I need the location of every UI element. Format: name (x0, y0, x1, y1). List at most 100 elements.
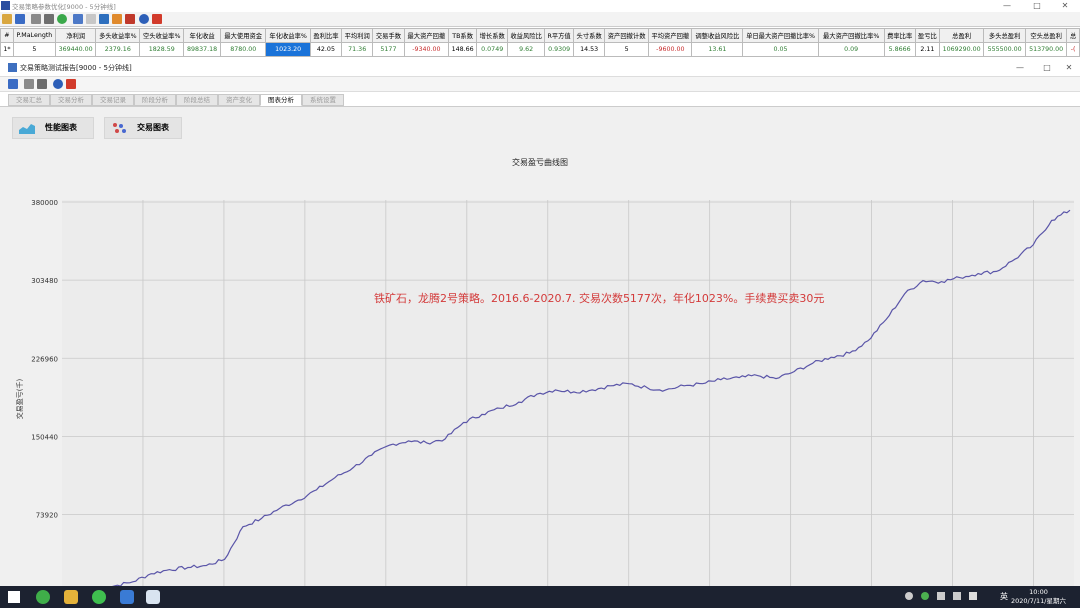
column-header[interactable]: 多头总盈利 (983, 28, 1026, 43)
table-cell[interactable]: 369440.00 (54, 42, 97, 57)
table-cell[interactable]: 71.36 (341, 42, 374, 57)
tray-icon[interactable] (905, 592, 913, 600)
maximize-icon[interactable]: □ (1022, 0, 1052, 12)
exit-icon[interactable] (152, 14, 162, 24)
tab-trade-analysis[interactable]: 交易分析 (50, 94, 92, 106)
table-cell[interactable]: 0.09 (817, 42, 885, 57)
table-cell[interactable]: 1828.59 (139, 42, 185, 57)
minimize-icon[interactable]: — (992, 0, 1022, 12)
stats-icon[interactable] (125, 14, 135, 24)
table-cell[interactable]: 8780.00 (219, 42, 267, 57)
open-icon[interactable] (2, 14, 12, 24)
column-header[interactable]: 调整收益风险比 (691, 28, 744, 43)
table-cell[interactable]: 1* (0, 42, 14, 57)
column-header[interactable]: 多头收益率% (95, 28, 141, 43)
column-header[interactable]: 平均资产回撤 (648, 28, 693, 43)
column-header[interactable]: 盈亏比 (914, 28, 940, 43)
column-header[interactable]: 交易手数 (372, 28, 405, 43)
save-icon[interactable] (8, 79, 18, 89)
column-header[interactable]: 费率比率 (883, 28, 916, 43)
print-icon[interactable] (37, 79, 47, 89)
table-cell[interactable]: 89837.18 (183, 42, 221, 57)
app-blue-icon[interactable] (120, 590, 134, 604)
volume-icon[interactable] (969, 592, 977, 600)
ime-indicator[interactable]: 英 (1000, 591, 1008, 602)
column-header[interactable]: 净利润 (54, 28, 97, 43)
tray-icon[interactable] (921, 592, 929, 600)
wechat-icon[interactable] (92, 590, 106, 604)
table-cell[interactable]: 42.05 (309, 42, 343, 57)
refresh-icon[interactable] (57, 14, 67, 24)
column-chart-icon[interactable] (112, 14, 122, 24)
close-icon[interactable]: ✕ (1050, 0, 1080, 12)
column-header[interactable]: TB系数 (448, 28, 478, 43)
bar-chart-icon[interactable] (99, 14, 109, 24)
table-cell[interactable]: -9340.00 (403, 42, 450, 57)
windows-start-icon[interactable] (8, 591, 20, 603)
table-cell[interactable]: 513790.00 (1024, 42, 1068, 57)
save-icon[interactable] (15, 14, 25, 24)
column-header[interactable]: 资产回撤计数 (604, 28, 650, 43)
table-cell[interactable]: 5.8666 (883, 42, 916, 57)
tab-chart-analysis[interactable]: 图表分析 (260, 94, 302, 106)
minimize-icon[interactable]: — (1005, 62, 1035, 74)
column-header[interactable]: 最大资产回撤比率% (817, 28, 885, 43)
trading-app-icon[interactable] (146, 590, 160, 604)
table-cell[interactable]: 2379.16 (95, 42, 141, 57)
table-cell[interactable]: 0.05 (742, 42, 819, 57)
column-header[interactable]: 年化收益率% (265, 28, 311, 43)
table-cell[interactable]: 14.53 (573, 42, 606, 57)
column-header[interactable]: 平均利润 (341, 28, 374, 43)
column-header[interactable]: 年化收益 (183, 28, 221, 43)
column-header[interactable]: 头寸系数 (573, 28, 606, 43)
copy-icon[interactable] (24, 79, 34, 89)
tab-trade-records[interactable]: 交易记录 (92, 94, 134, 106)
table-cell[interactable]: 9.62 (507, 42, 545, 57)
column-header[interactable]: 最大资产回撤 (403, 28, 450, 43)
copy-icon[interactable] (31, 14, 41, 24)
column-header[interactable]: 空头总盈利 (1024, 28, 1068, 43)
tab-system-settings[interactable]: 系统设置 (302, 94, 344, 106)
table-cell[interactable]: 5 (604, 42, 650, 57)
table-cell[interactable]: 5177 (372, 42, 405, 57)
column-header[interactable]: # (0, 28, 14, 43)
table-cell[interactable]: 13.61 (691, 42, 744, 57)
column-header[interactable]: 增长系数 (476, 28, 509, 43)
column-header[interactable]: 盈利比率 (309, 28, 343, 43)
table-cell[interactable]: -9600.00 (648, 42, 693, 57)
table-cell[interactable]: 1023.20 (265, 42, 311, 57)
help-icon[interactable] (139, 14, 149, 24)
link-icon[interactable] (44, 14, 54, 24)
exit-icon[interactable] (66, 79, 76, 89)
close-icon[interactable]: ✕ (1054, 62, 1080, 74)
column-header[interactable]: R平方值 (543, 28, 575, 43)
table-cell[interactable]: 0.9309 (543, 42, 575, 57)
column-header[interactable]: 总 (1066, 28, 1080, 43)
column-header[interactable]: P.MaLength (12, 28, 56, 43)
file-explorer-icon[interactable] (64, 590, 78, 604)
app-green-icon[interactable] (36, 590, 50, 604)
clock[interactable]: 10:00 2020/7/11/星期六 (1011, 588, 1066, 606)
table-cell[interactable]: 5 (12, 42, 56, 57)
tab-trade-summary[interactable]: 交易汇总 (8, 94, 50, 106)
column-header[interactable]: 收益风险比 (507, 28, 545, 43)
tray-icon[interactable] (953, 592, 961, 600)
table-icon[interactable] (73, 14, 83, 24)
table-cell[interactable]: 1069290.00 (938, 42, 985, 57)
tab-period-summary[interactable]: 阶段总结 (176, 94, 218, 106)
column-header[interactable]: 单日最大资产回撤比率% (742, 28, 819, 43)
column-header[interactable]: 最大使用资金 (219, 28, 267, 43)
chart-icon[interactable] (86, 14, 96, 24)
table-cell[interactable]: 148.66 (448, 42, 478, 57)
column-header[interactable]: 总盈利 (938, 28, 985, 43)
table-row[interactable]: 1* 5 369440.00 2379.16 1828.59 89837.18 8780.0… (0, 42, 1080, 57)
table-cell[interactable]: 0.0749 (476, 42, 509, 57)
table-cell[interactable]: -( (1066, 42, 1080, 57)
help-icon[interactable] (53, 79, 63, 89)
tab-asset-change[interactable]: 资产变化 (218, 94, 260, 106)
column-header[interactable]: 空头收益率% (139, 28, 185, 43)
table-cell[interactable]: 555500.00 (983, 42, 1026, 57)
tray-icon[interactable] (937, 592, 945, 600)
table-cell[interactable]: 2.11 (914, 42, 940, 57)
tab-period-analysis[interactable]: 阶段分析 (134, 94, 176, 106)
